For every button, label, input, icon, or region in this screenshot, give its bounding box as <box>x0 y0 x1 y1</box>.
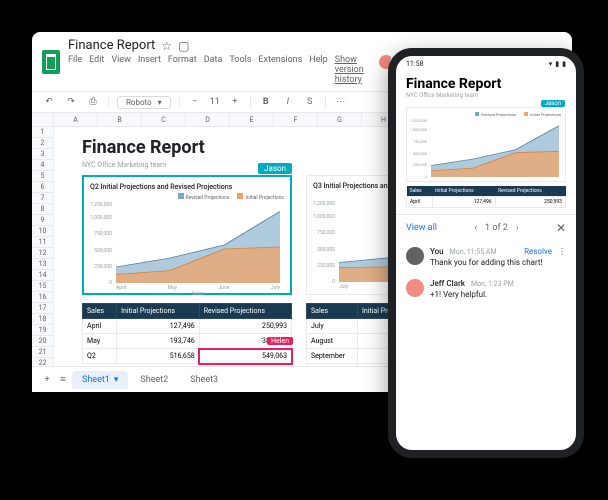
phone-table[interactable]: SalesInitial ProjectionsRevised Projecti… <box>406 186 566 208</box>
battery-icon: ▮ <box>562 60 566 68</box>
font-dec[interactable]: − <box>188 95 202 109</box>
more-icon[interactable]: ⋮ <box>558 247 566 256</box>
page-subtitle: NYC Office Marketing team <box>82 161 166 169</box>
comment-time: Mon, 11:55 AM <box>450 248 497 256</box>
chart-q2[interactable]: Jason Q2 Initial Projections and Revised… <box>82 175 292 295</box>
comment-author: Jeff Clark <box>430 279 465 288</box>
resolve-button[interactable]: Resolve <box>524 247 552 256</box>
next-button[interactable]: › <box>516 223 519 233</box>
comment: You Mon, 11:55 AM Resolve ⋮ Thank you fo… <box>396 241 576 273</box>
row-headers: 123456789101112131415161718192021222324 <box>32 127 54 391</box>
strike-button[interactable]: S <box>303 95 317 109</box>
col-header[interactable]: B <box>98 113 142 126</box>
font-select[interactable]: Roboto▾ <box>117 96 171 109</box>
phone-title: Finance Report <box>396 72 576 92</box>
more-button[interactable]: ⋯ <box>334 95 348 109</box>
col-header[interactable]: D <box>186 113 230 126</box>
page-title: Finance Report <box>82 137 205 158</box>
pager-text: 1 of 2 <box>485 223 508 233</box>
chart-title: Q2 Initial Projections and Revised Proje… <box>90 183 284 191</box>
font-size[interactable]: 11 <box>210 97 220 107</box>
menu-file[interactable]: File <box>68 55 82 85</box>
italic-button[interactable]: I <box>281 95 295 109</box>
menu-data[interactable]: Data <box>204 55 223 85</box>
collaborator-label-helen: Helen <box>267 337 293 345</box>
wifi-icon: ▾ <box>549 60 553 68</box>
phone-chart[interactable]: Jason Revised Projections Initial Projec… <box>406 107 566 182</box>
comment-author: You <box>430 247 444 256</box>
avatar <box>406 247 424 265</box>
undo-button[interactable]: ↶ <box>42 95 56 109</box>
collaborator-label-jason: Jason <box>541 100 565 107</box>
folder-icon[interactable]: ▢ <box>178 39 189 53</box>
font-inc[interactable]: + <box>228 95 242 109</box>
menu-extensions[interactable]: Extensions <box>258 55 302 85</box>
chart-legend: Revised Projections Initial Projections <box>411 112 561 117</box>
phone-time: 11:58 <box>406 60 423 68</box>
tab-sheet1[interactable]: Sheet1▾ <box>72 371 128 389</box>
bold-button[interactable]: B <box>259 95 273 109</box>
col-header[interactable]: A <box>54 113 98 126</box>
signal-icon: ▮ <box>555 60 559 68</box>
sheets-logo-icon <box>42 50 60 74</box>
menu-tools[interactable]: Tools <box>229 55 251 85</box>
document-name[interactable]: Finance Report ☆ ▢ <box>68 38 374 53</box>
prev-button[interactable]: ‹ <box>474 223 477 233</box>
menu-format[interactable]: Format <box>168 55 197 85</box>
comment-text: Thank you for adding this chart! <box>430 258 566 267</box>
chevron-down-icon: ▾ <box>114 375 119 385</box>
collaborator-label-jason: Jason <box>258 163 292 174</box>
phone-comment-nav: View all ‹ 1 of 2 › ✕ <box>396 214 576 241</box>
document-name-text: Finance Report <box>68 38 155 53</box>
menu-insert[interactable]: Insert <box>138 55 161 85</box>
chevron-down-icon: ▾ <box>158 98 162 107</box>
table-q2[interactable]: SalesInitial ProjectionsRevised Projecti… <box>82 303 292 364</box>
tab-sheet2[interactable]: Sheet2 <box>130 371 178 389</box>
avatar <box>406 279 424 297</box>
comment: Jeff Clark Mon, 1:23 PM +1! Very helpful… <box>396 273 576 305</box>
all-sheets-button[interactable]: ≡ <box>56 373 70 387</box>
mobile-preview: 11:58 ▾▮▮ Finance Report NYC Office Mark… <box>388 48 584 458</box>
view-all-link[interactable]: View all <box>406 223 437 233</box>
col-header[interactable]: E <box>230 113 274 126</box>
menu-help[interactable]: Help <box>309 55 327 85</box>
col-header[interactable]: G <box>318 113 362 126</box>
menu-view[interactable]: View <box>111 55 130 85</box>
menubar: File Edit View Insert Format Data Tools … <box>68 55 374 85</box>
phone-statusbar: 11:58 ▾▮▮ <box>396 56 576 72</box>
print-button[interactable]: ⎙ <box>86 95 100 109</box>
close-button[interactable]: ✕ <box>556 221 566 235</box>
active-cell: 549,063Helen <box>199 349 291 364</box>
col-header[interactable]: F <box>274 113 318 126</box>
redo-button[interactable]: ↷ <box>64 95 78 109</box>
menu-version-history[interactable]: Show version history <box>335 55 374 85</box>
add-sheet-button[interactable]: + <box>40 373 54 387</box>
star-icon[interactable]: ☆ <box>161 39 172 53</box>
tab-sheet3[interactable]: Sheet3 <box>180 371 228 389</box>
comment-text: +1! Very helpful. <box>430 290 566 299</box>
chart-plot: 0250,000500,000750,0001,000,0001,200,000… <box>116 205 280 283</box>
comment-time: Mon, 1:23 PM <box>471 280 514 288</box>
menu-edit[interactable]: Edit <box>89 55 104 85</box>
chart-legend: Revised Projections Initial Projections <box>90 193 284 201</box>
col-header[interactable]: C <box>142 113 186 126</box>
